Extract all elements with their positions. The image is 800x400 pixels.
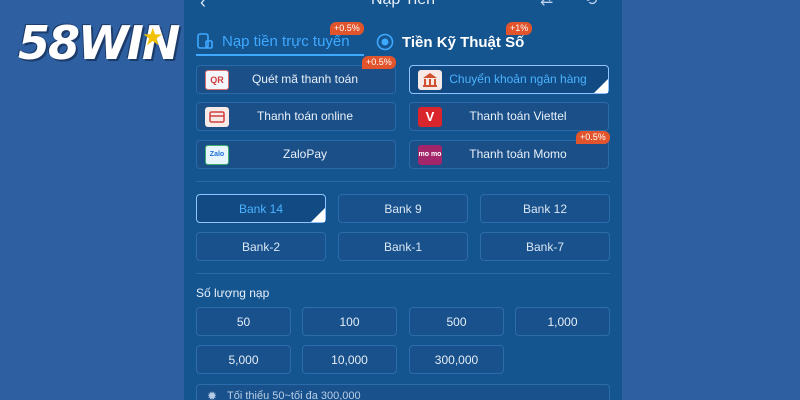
bank-icon [418, 69, 442, 90]
divider [196, 181, 610, 182]
amount-label: 500 [446, 314, 467, 329]
method-label: Chuyển khoản ngân hàng [449, 72, 587, 86]
brand-logo: 58WIN ★ [18, 8, 194, 78]
amount-option[interactable]: 500 [409, 307, 504, 336]
deposit-panel: ‹ Nạp Tiền ⇄ ⟲ Nạp tiền trực tuyến +0.5%… [184, 0, 622, 400]
amount-label: 5,000 [228, 352, 259, 367]
bank-option[interactable]: Bank 9 [338, 194, 468, 223]
header-bar: ‹ Nạp Tiền ⇄ ⟲ [184, 0, 622, 14]
method-qr-payment[interactable]: QR Quét mã thanh toán [196, 65, 396, 94]
bonus-badge: +1% [506, 22, 533, 35]
divider [196, 273, 610, 274]
momo-icon: mo mo [418, 144, 442, 165]
bank-option[interactable]: Bank-2 [196, 232, 326, 261]
method-label: ZaloPay [282, 147, 328, 161]
amount-option[interactable]: 100 [302, 307, 397, 336]
bank-option[interactable]: Bank 12 [480, 194, 610, 223]
amount-option[interactable]: 10,000 [302, 345, 397, 374]
tab-label: Tiền Kỹ Thuật Số [402, 33, 525, 51]
amount-label: 100 [339, 314, 360, 329]
bonus-badge: +0.5% [362, 56, 396, 69]
star-icon: ★ [142, 23, 163, 51]
method-label: Quét mã thanh toán [251, 72, 359, 86]
amount-hint: Tối thiểu 50~tối đa 300,000 [227, 390, 361, 400]
amount-label: 300,000 [434, 352, 479, 367]
method-label: Thanh toán online [256, 109, 354, 123]
method-bank-transfer[interactable]: Chuyển khoản ngân hàng [409, 65, 609, 94]
viettel-icon: V [418, 106, 442, 127]
bank-label: Bank 9 [384, 201, 422, 216]
selected-corner-icon [311, 208, 325, 222]
bank-label: Bank-7 [525, 239, 565, 254]
bonus-badge: +0.5% [330, 22, 364, 35]
amount-option[interactable]: 1,000 [515, 307, 610, 336]
method-label: Thanh toán Momo [469, 147, 567, 161]
method-label: Thanh toán Viettel [469, 109, 567, 123]
amount-label: 50 [236, 314, 251, 329]
transfer-icon[interactable]: ⇄ [540, 0, 553, 10]
phone-icon [197, 33, 213, 49]
page-title: Nạp Tiền [184, 0, 622, 9]
amount-label: 1,000 [547, 314, 578, 329]
qr-icon: QR [205, 69, 229, 90]
method-viettel[interactable]: V Thanh toán Viettel [409, 102, 609, 131]
bonus-badge: +0.5% [576, 131, 610, 144]
bank-option[interactable]: Bank 14 [196, 194, 326, 223]
method-online-payment[interactable]: Thanh toán online [196, 102, 396, 131]
bank-option[interactable]: Bank-1 [338, 232, 468, 261]
zalopay-icon: Zalo [205, 144, 229, 165]
tab-label: Nạp tiền trực tuyến [222, 32, 350, 50]
bank-label: Bank 14 [238, 201, 284, 216]
history-icon[interactable]: ⟲ [584, 0, 597, 10]
bank-label: Bank 12 [522, 201, 568, 216]
selected-corner-icon [594, 79, 608, 93]
amount-option[interactable]: 300,000 [409, 345, 504, 374]
method-zalopay[interactable]: Zalo ZaloPay [196, 140, 396, 169]
amount-option[interactable]: 50 [196, 307, 291, 336]
bank-label: Bank-2 [241, 239, 281, 254]
bank-label: Bank-1 [383, 239, 423, 254]
bank-option[interactable]: Bank-7 [480, 232, 610, 261]
method-momo[interactable]: mo mo Thanh toán Momo [409, 140, 609, 169]
amount-input[interactable]: ✹ Tối thiểu 50~tối đa 300,000 [196, 384, 610, 400]
coin-icon [376, 33, 394, 51]
coin-icon: ✹ [207, 389, 218, 400]
amount-label: 10,000 [331, 352, 368, 367]
amount-section-label: Số lượng nạp [196, 286, 270, 300]
amount-option[interactable]: 5,000 [196, 345, 291, 374]
card-icon [205, 106, 229, 127]
